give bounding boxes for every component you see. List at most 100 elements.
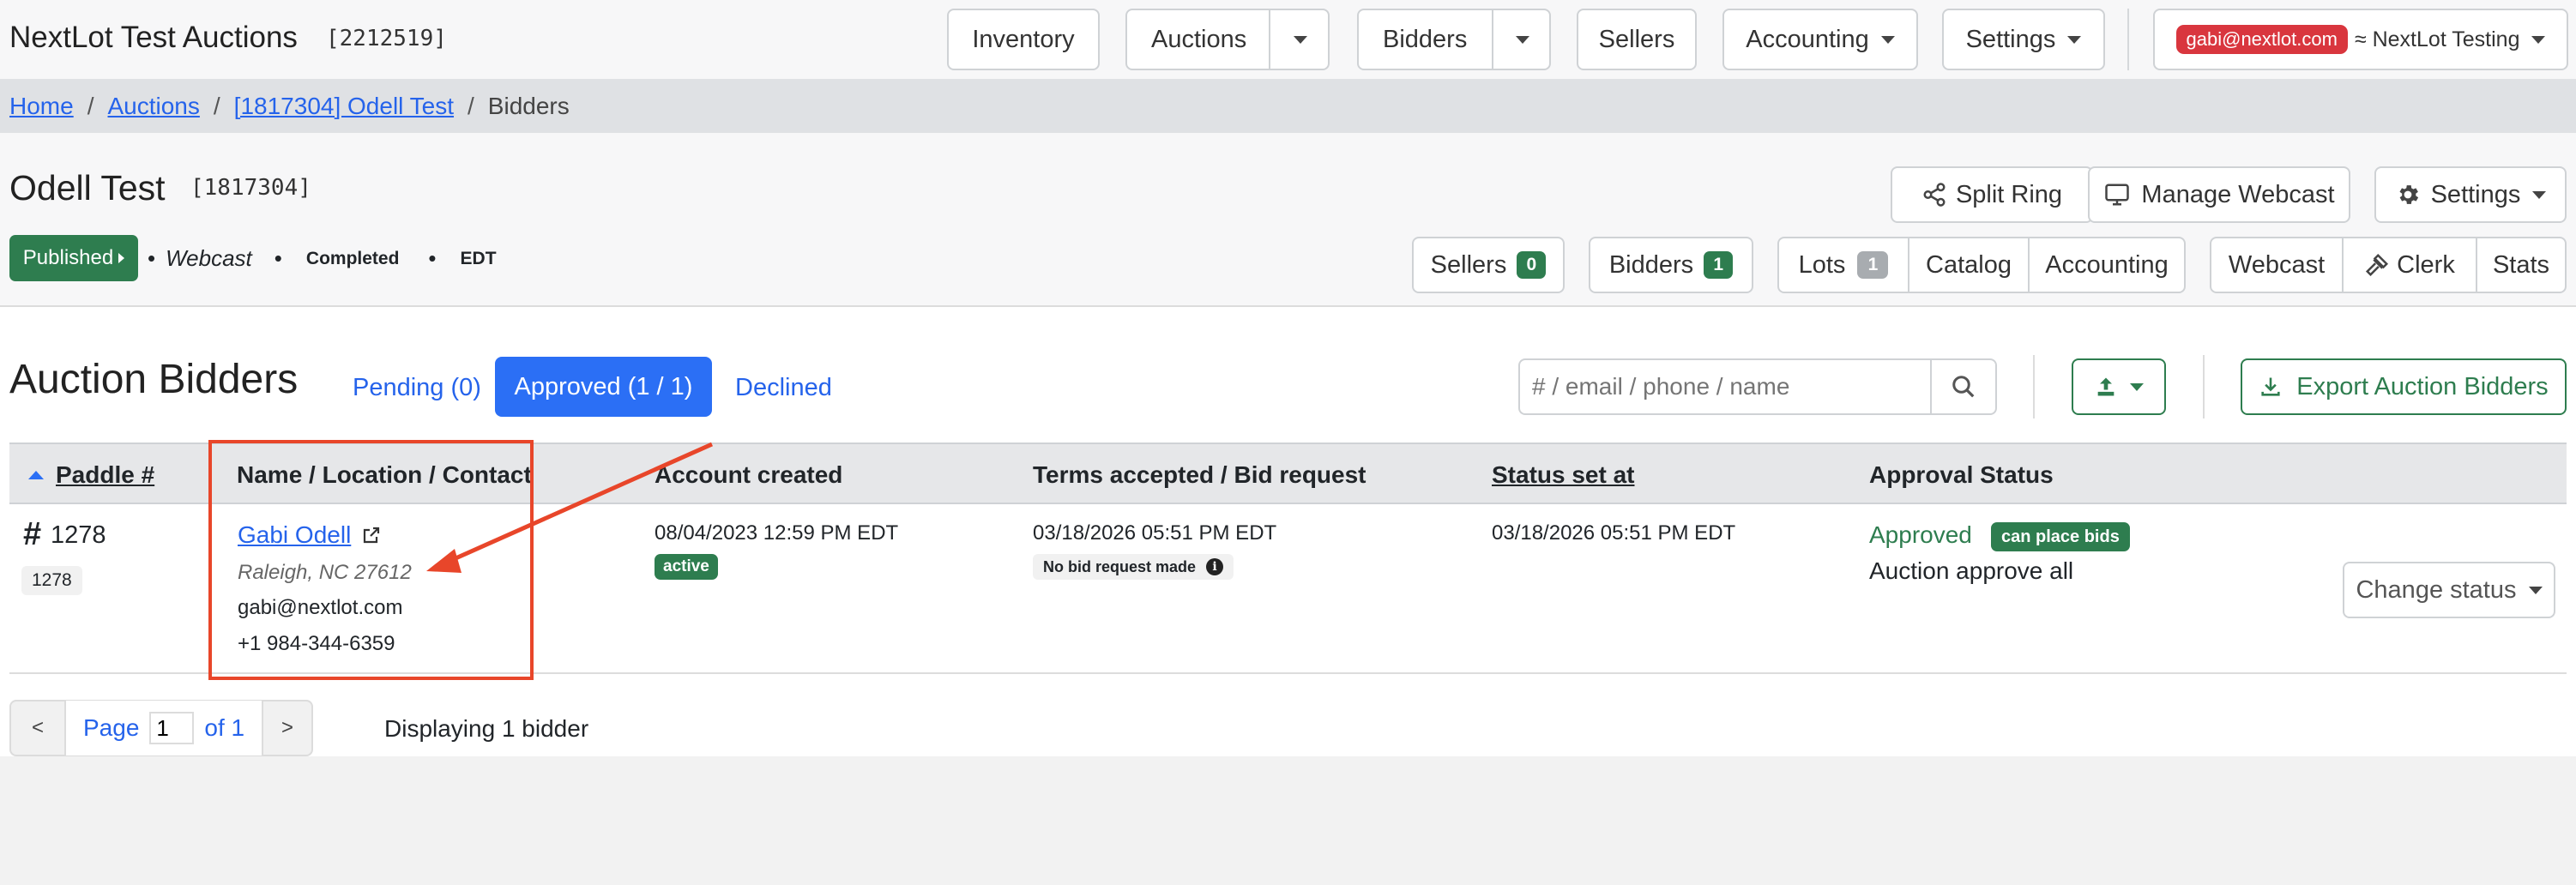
search-button[interactable] <box>1930 358 1997 415</box>
app-title[interactable]: NextLot Test Auctions <box>9 21 298 55</box>
page-label: Page <box>83 714 140 741</box>
approval-status-text: Approved <box>1869 521 1972 548</box>
manage-webcast-label: Manage Webcast <box>2141 180 2335 208</box>
breadcrumb-current: Bidders <box>487 92 570 119</box>
chevron-down-icon <box>2528 586 2543 594</box>
next-page-button[interactable]: > <box>263 716 311 740</box>
bid-request-label: No bid request made <box>1043 557 1197 575</box>
header-status-set-at[interactable]: Status set at <box>1492 461 1635 489</box>
nav-settings-label: Settings <box>1965 25 2056 53</box>
monitor-icon <box>2105 184 2130 206</box>
org-name: ≈ NextLot Testing <box>2354 27 2520 51</box>
nav-auctions-button[interactable]: Auctions <box>1125 9 1330 70</box>
change-status-button[interactable]: Change status <box>2343 562 2555 618</box>
can-place-bids-badge: can place bids <box>1991 522 2130 551</box>
chevron-down-icon <box>2532 190 2547 199</box>
terms-accepted-date: 03/18/2026 05:51 PM EDT <box>1033 521 1277 545</box>
subnav-bidders-label: Bidders <box>1608 250 1694 279</box>
user-menu-button[interactable]: gabi@nextlot.com ≈ NextLot Testing <box>2153 9 2568 70</box>
subnav-lots-label: Lots <box>1798 250 1846 279</box>
chevron-down-icon <box>2130 382 2144 391</box>
search-input[interactable] <box>1518 358 1930 415</box>
info-icon[interactable]: i <box>1206 558 1224 575</box>
meta-bullet: • <box>428 245 437 271</box>
subnav-webcast-button[interactable]: Webcast <box>2211 238 2344 292</box>
chevron-down-icon <box>2067 35 2082 44</box>
search-group <box>1518 358 1997 415</box>
breadcrumb-auctions-link[interactable]: Auctions <box>107 93 199 120</box>
auction-id: [1817304] <box>190 175 311 201</box>
subnav-catalog-button[interactable]: Catalog <box>1909 238 2030 292</box>
paddle-hash: # <box>23 516 42 552</box>
nav-bidders-dropdown-toggle[interactable] <box>1492 10 1551 69</box>
published-status-button[interactable]: Published <box>9 235 138 281</box>
toolbar-divider <box>2203 355 2205 418</box>
header-approval-status: Approval Status <box>1869 461 2054 488</box>
meta-timezone: EDT <box>460 248 497 268</box>
subnav-sellers-button[interactable]: Sellers 0 <box>1412 237 1565 293</box>
download-icon <box>2261 377 2280 396</box>
subnav-bidders-button[interactable]: Bidders 1 <box>1589 237 1753 293</box>
nav-accounting-label: Accounting <box>1746 25 1869 53</box>
nav-sellers-button[interactable]: Sellers <box>1577 9 1697 70</box>
annotation-highlight-box <box>208 440 534 680</box>
sort-asc-icon <box>28 471 44 479</box>
nav-auctions-dropdown-toggle[interactable] <box>1269 10 1330 69</box>
meta-completed: Completed <box>305 248 400 268</box>
breadcrumb-auction-link[interactable]: [1817304] Odell Test <box>234 93 454 120</box>
page-number-input[interactable] <box>149 712 195 744</box>
export-bidders-label: Export Auction Bidders <box>2296 372 2549 400</box>
chevron-down-icon <box>1293 35 1307 44</box>
breadcrumb-separator: / <box>213 92 220 119</box>
pagination-summary: Displaying 1 bidder <box>384 715 589 742</box>
prev-page-button[interactable]: < <box>11 716 64 740</box>
upload-menu-button[interactable] <box>2072 358 2166 415</box>
nav-accounting-button[interactable]: Accounting <box>1722 9 1918 70</box>
subnav-accounting-button[interactable]: Accounting <box>2030 238 2184 292</box>
toolbar-divider <box>2033 355 2035 418</box>
search-icon <box>1952 376 1975 398</box>
page-box: Page of 1 <box>64 701 264 756</box>
lots-count-badge: 1 <box>1857 251 1889 279</box>
account-active-badge: active <box>655 554 718 580</box>
sellers-count-badge: 0 <box>1517 251 1547 279</box>
breadcrumb: Home / Auctions / [1817304] Odell Test /… <box>0 79 2576 133</box>
paddle-number: 1278 <box>51 521 106 549</box>
gavel-icon <box>2366 253 2389 277</box>
auction-settings-button[interactable]: Settings <box>2374 166 2567 223</box>
tab-approved[interactable]: Approved (1 / 1) <box>495 357 712 417</box>
chevron-down-icon <box>1515 35 1529 44</box>
sort-paddle-header[interactable]: Paddle # <box>28 461 154 489</box>
nav-sellers-label: Sellers <box>1598 25 1675 53</box>
published-status-label: Published <box>22 246 114 269</box>
nav-inventory-button[interactable]: Inventory <box>947 9 1100 70</box>
subnav-lots-button[interactable]: Lots 1 <box>1779 238 1909 292</box>
change-status-label: Change status <box>2356 575 2517 604</box>
upload-icon <box>2097 377 2114 396</box>
subnav-clerk-label: Clerk <box>2397 250 2455 279</box>
chevron-down-icon <box>1880 35 1895 44</box>
nav-bidders-button[interactable]: Bidders <box>1357 9 1551 70</box>
header-paddle-label: Paddle # <box>56 461 155 488</box>
chevron-down-icon <box>2531 35 2546 44</box>
breadcrumb-home-link[interactable]: Home <box>9 93 74 120</box>
nav-settings-button[interactable]: Settings <box>1942 9 2105 70</box>
split-ring-button[interactable]: Split Ring <box>1891 166 2093 223</box>
manage-webcast-button[interactable]: Manage Webcast <box>2088 166 2350 223</box>
auction-settings-label: Settings <box>2430 180 2521 208</box>
subnav-clerk-button[interactable]: Clerk <box>2344 238 2477 292</box>
bid-request-badge: No bid request made i <box>1033 554 1234 580</box>
pagination: < Page of 1 > <box>9 700 313 756</box>
subnav-stats-button[interactable]: Stats <box>2477 238 2565 292</box>
header-account-created: Account created <box>655 461 843 488</box>
nav-bidders-label: Bidders <box>1383 25 1468 53</box>
split-ring-label: Split Ring <box>1955 180 2063 208</box>
subnav-group-lots: Lots 1 Catalog Accounting <box>1777 237 2186 293</box>
auction-meta: • Webcast • Completed • EDT <box>148 245 497 272</box>
tab-pending[interactable]: Pending (0) <box>353 374 481 402</box>
account-created-date: 08/04/2023 12:59 PM EDT <box>655 521 899 545</box>
export-bidders-button[interactable]: Export Auction Bidders <box>2241 358 2567 415</box>
header-terms: Terms accepted / Bid request <box>1033 461 1366 488</box>
approval-note: Auction approve all <box>1869 557 2074 584</box>
tab-declined[interactable]: Declined <box>735 374 832 402</box>
